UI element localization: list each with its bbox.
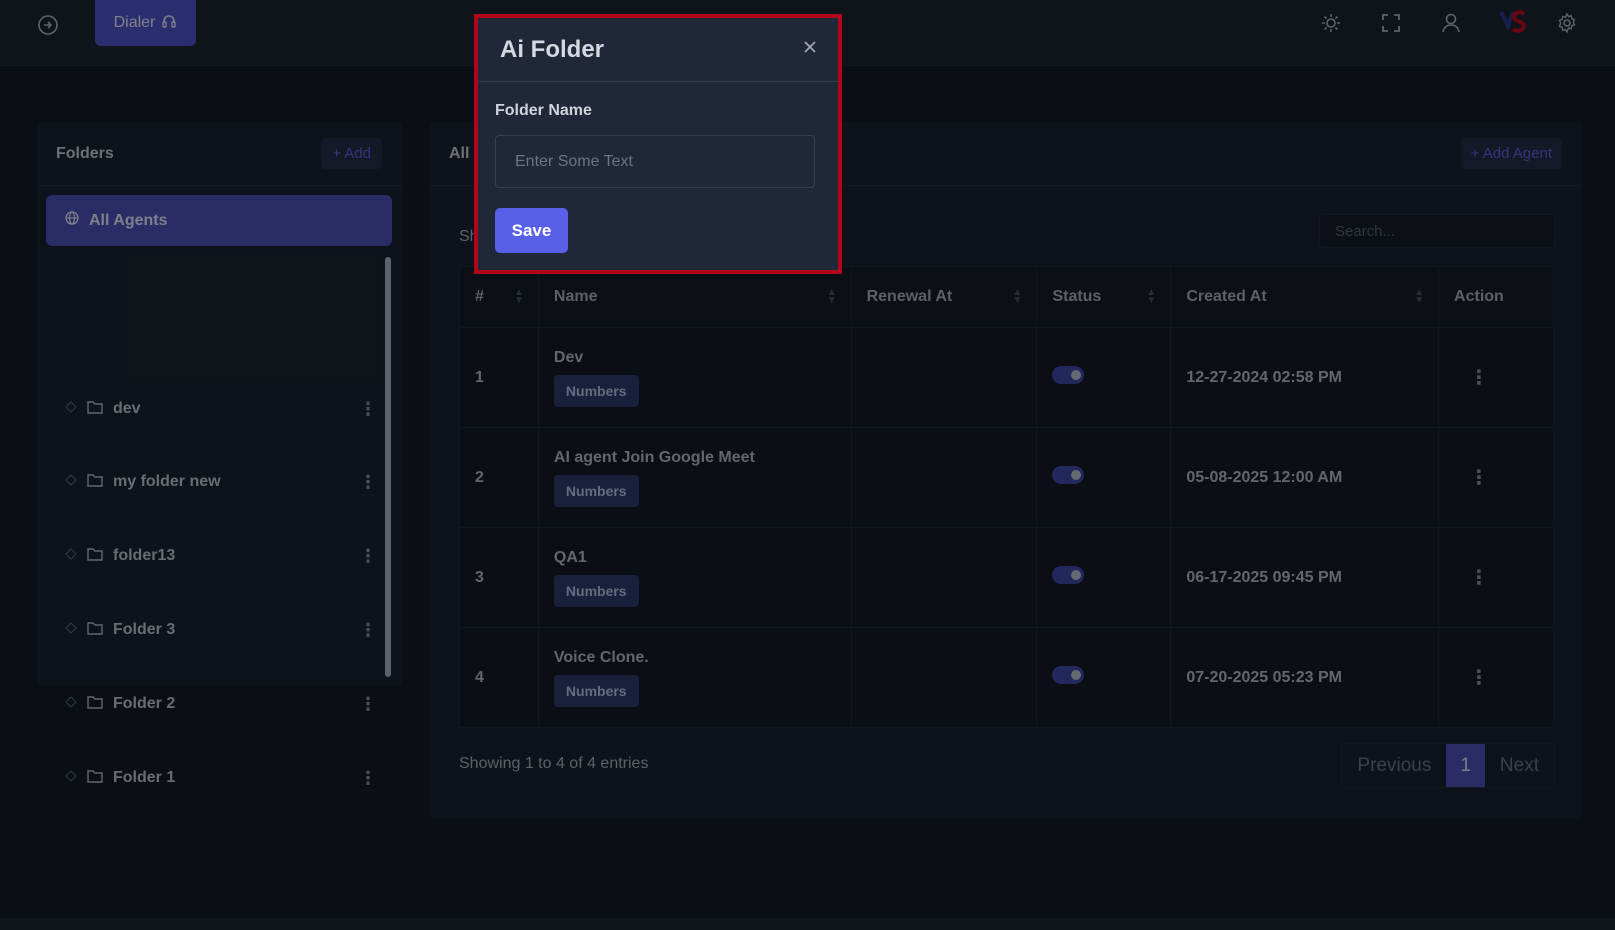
close-icon[interactable] [802,38,818,61]
save-button[interactable]: Save [495,208,568,253]
modal-header: Ai Folder [478,18,838,82]
folder-name-input[interactable] [495,135,815,188]
modal-body: Folder Name Save [478,82,838,253]
folder-name-label: Folder Name [495,102,592,119]
modal-title: Ai Folder [500,35,605,63]
ai-folder-modal: Ai Folder Folder Name Save [474,14,842,274]
